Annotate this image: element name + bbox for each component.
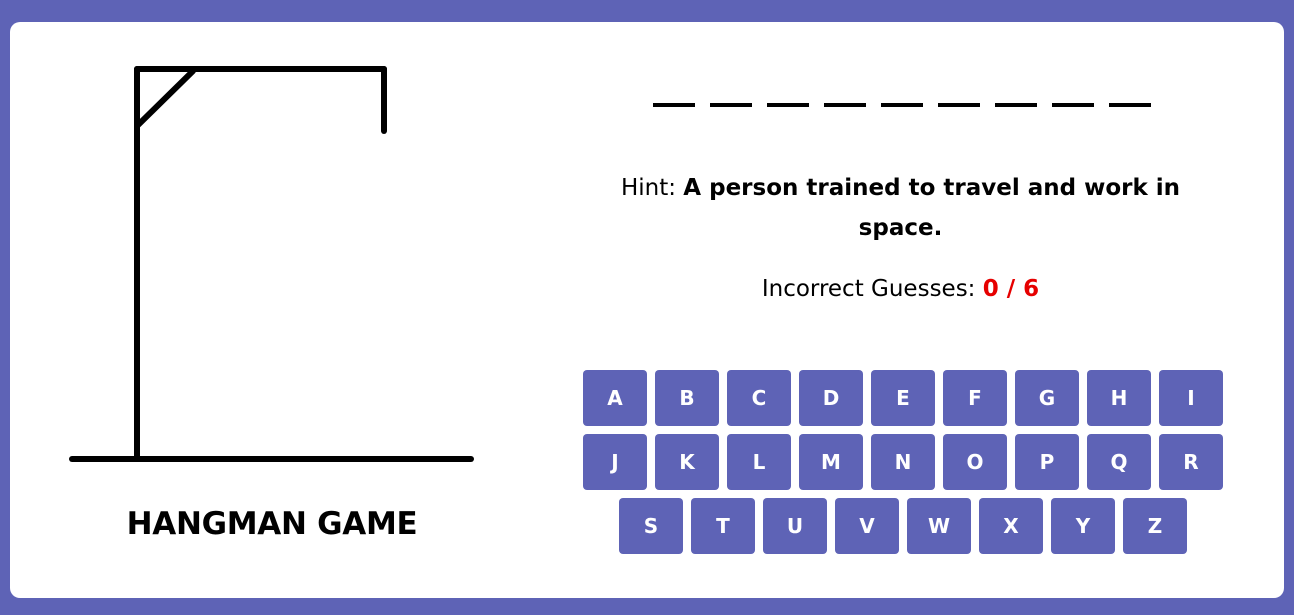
keyboard: ABCDEFGHI JKLMNOPQR STUVWXYZ bbox=[583, 370, 1223, 562]
guesses-count: 0 / 6 bbox=[982, 276, 1040, 302]
key-x[interactable]: X bbox=[979, 498, 1043, 554]
key-y[interactable]: Y bbox=[1051, 498, 1115, 554]
key-b[interactable]: B bbox=[655, 370, 719, 426]
gallows-brace bbox=[134, 68, 196, 129]
hint: Hint: A person trained to travel and wor… bbox=[598, 168, 1203, 248]
guesses-label: Incorrect Guesses: bbox=[761, 276, 976, 302]
key-q[interactable]: Q bbox=[1087, 434, 1151, 490]
letter-slot bbox=[1109, 103, 1151, 107]
key-n[interactable]: N bbox=[871, 434, 935, 490]
key-r[interactable]: R bbox=[1159, 434, 1223, 490]
hint-label: Hint: bbox=[620, 175, 676, 201]
game-container: HANGMAN GAME Hint: A person trained to t… bbox=[10, 22, 1284, 598]
hangman-gallows bbox=[69, 66, 474, 462]
key-h[interactable]: H bbox=[1087, 370, 1151, 426]
key-i[interactable]: I bbox=[1159, 370, 1223, 426]
letter-slot bbox=[824, 103, 866, 107]
key-j[interactable]: J bbox=[583, 434, 647, 490]
key-s[interactable]: S bbox=[619, 498, 683, 554]
key-v[interactable]: V bbox=[835, 498, 899, 554]
key-k[interactable]: K bbox=[655, 434, 719, 490]
letter-slot bbox=[1052, 103, 1094, 107]
letter-slot bbox=[710, 103, 752, 107]
hint-text: A person trained to travel and work in s… bbox=[683, 175, 1181, 241]
key-d[interactable]: D bbox=[799, 370, 863, 426]
key-z[interactable]: Z bbox=[1123, 498, 1187, 554]
key-w[interactable]: W bbox=[907, 498, 971, 554]
key-o[interactable]: O bbox=[943, 434, 1007, 490]
key-u[interactable]: U bbox=[763, 498, 827, 554]
key-e[interactable]: E bbox=[871, 370, 935, 426]
letter-slot bbox=[881, 103, 923, 107]
keyboard-row: STUVWXYZ bbox=[583, 498, 1223, 554]
letter-slot bbox=[995, 103, 1037, 107]
key-p[interactable]: P bbox=[1015, 434, 1079, 490]
key-g[interactable]: G bbox=[1015, 370, 1079, 426]
letter-slot bbox=[938, 103, 980, 107]
key-m[interactable]: M bbox=[799, 434, 863, 490]
letter-slot bbox=[767, 103, 809, 107]
keyboard-row: JKLMNOPQR bbox=[583, 434, 1223, 490]
key-c[interactable]: C bbox=[727, 370, 791, 426]
word-display bbox=[653, 103, 1151, 107]
key-f[interactable]: F bbox=[943, 370, 1007, 426]
key-t[interactable]: T bbox=[691, 498, 755, 554]
key-l[interactable]: L bbox=[727, 434, 791, 490]
keyboard-row: ABCDEFGHI bbox=[583, 370, 1223, 426]
incorrect-guesses: Incorrect Guesses: 0 / 6 bbox=[598, 272, 1203, 306]
letter-slot bbox=[653, 103, 695, 107]
game-title: HANGMAN GAME bbox=[126, 506, 418, 542]
key-a[interactable]: A bbox=[583, 370, 647, 426]
